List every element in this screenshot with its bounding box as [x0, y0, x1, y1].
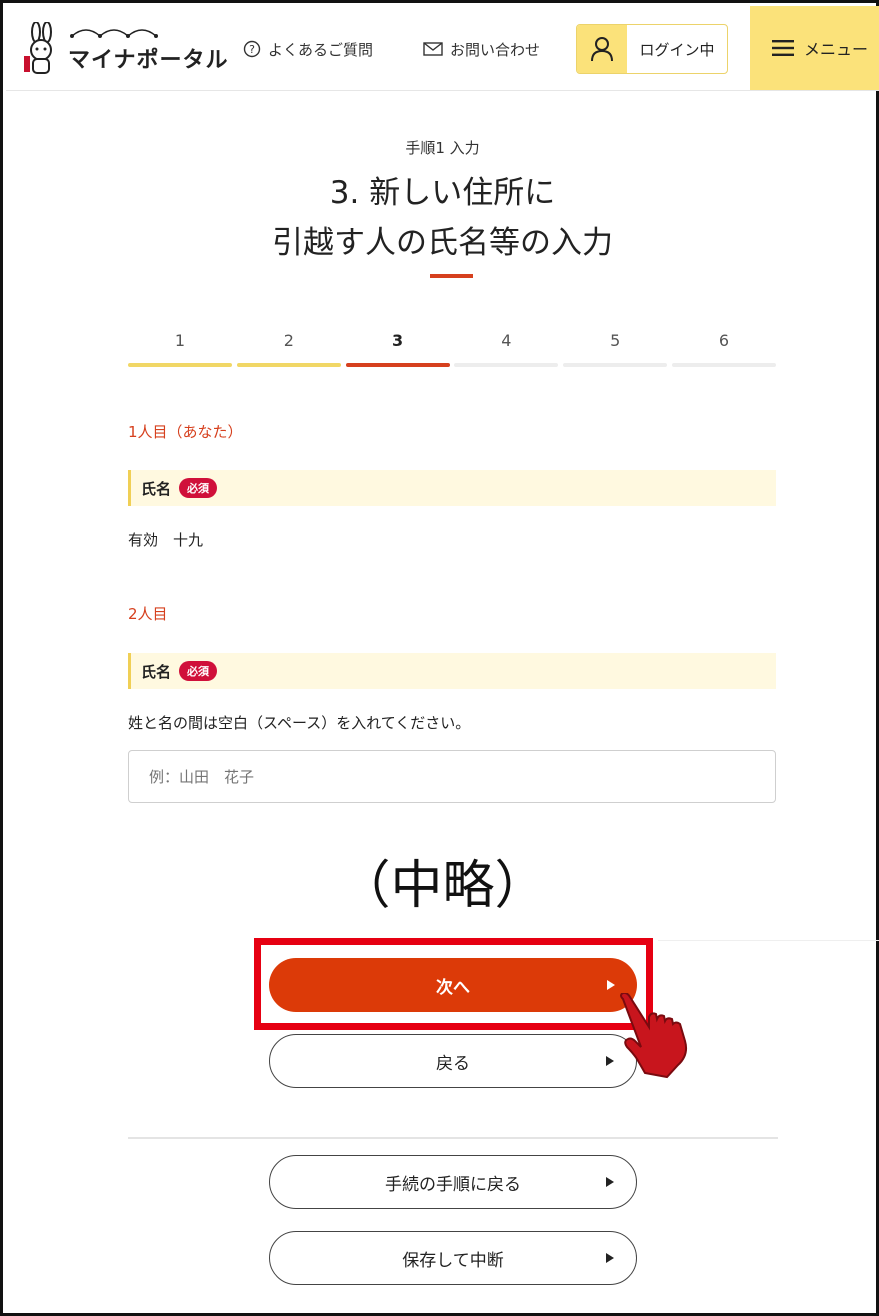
- save-and-suspend-button[interactable]: 保存して中断: [269, 1231, 637, 1285]
- field-label: 氏名: [141, 662, 172, 681]
- step-bar: [671, 363, 776, 367]
- contact-label: お問い合わせ: [450, 40, 541, 59]
- pointing-hand-icon: [620, 993, 688, 1079]
- title-underline: [430, 274, 473, 278]
- screenshot-frame: マイナポータル ? よくあるご質問 お問い合わせ ログイン中 メニュー 手順1 …: [0, 0, 879, 1316]
- play-arrow-icon: [606, 1177, 614, 1187]
- mascot-rabbit-icon: [24, 21, 52, 74]
- logo-dots-decoration: [70, 29, 158, 38]
- faint-divider: [658, 940, 879, 941]
- person2-name-hint: 姓と名の間は空白（スペース）を入れてください。: [128, 714, 471, 732]
- step-number: 4: [501, 331, 512, 350]
- step-number: 5: [610, 331, 621, 350]
- step-bar: [236, 363, 341, 367]
- back-button[interactable]: 戻る: [269, 1034, 637, 1088]
- login-label: ログイン中: [639, 40, 715, 59]
- step-bar: [345, 363, 450, 367]
- login-status-button[interactable]: ログイン中: [576, 24, 728, 74]
- logo-text: マイナポータル: [68, 48, 229, 73]
- svg-text:?: ?: [249, 43, 255, 56]
- step-bar: [563, 363, 668, 367]
- step-2: 2: [236, 331, 341, 371]
- person1-name-field-header: 氏名 必須: [128, 470, 776, 506]
- step-number: 6: [718, 331, 730, 350]
- back-to-steps-button[interactable]: 手続の手順に戻る: [269, 1155, 637, 1209]
- hamburger-icon: [772, 40, 794, 56]
- step-caption: 手順1 入力: [405, 139, 480, 157]
- question-circle-icon: ?: [243, 40, 261, 58]
- step-bar: [128, 363, 232, 367]
- back-button-label: 戻る: [436, 1053, 470, 1074]
- step-3: 3: [345, 331, 450, 371]
- person2-heading: 2人目: [128, 605, 168, 623]
- field-label: 氏名: [141, 479, 172, 498]
- save-and-suspend-label: 保存して中断: [402, 1250, 504, 1271]
- page-title-line2: 引越す人の氏名等の入力: [272, 225, 613, 261]
- required-badge: 必須: [179, 478, 218, 498]
- play-arrow-icon: [606, 1056, 614, 1066]
- step-5: 5: [563, 331, 668, 371]
- step-4: 4: [454, 331, 559, 371]
- back-to-steps-label: 手続の手順に戻る: [385, 1174, 521, 1195]
- menu-label: メニュー: [804, 40, 869, 59]
- faq-link[interactable]: ? よくあるご質問: [243, 36, 373, 62]
- play-arrow-icon: [606, 1253, 614, 1263]
- site-header: マイナポータル ? よくあるご質問 お問い合わせ ログイン中 メニュー: [6, 6, 879, 91]
- person2-name-field-header: 氏名 必須: [128, 653, 776, 689]
- faq-label: よくあるご質問: [268, 40, 374, 59]
- page-title-line1: 3. 新しい住所に: [329, 175, 556, 211]
- person1-name-value: 有効 十九: [128, 531, 204, 549]
- contact-link[interactable]: お問い合わせ: [423, 36, 540, 62]
- step-bar: [454, 363, 559, 367]
- section-divider: [128, 1137, 778, 1139]
- step-number: 3: [392, 331, 404, 350]
- omitted-annotation: （中略）: [338, 856, 547, 916]
- required-badge: 必須: [179, 661, 218, 681]
- step-6: 6: [671, 331, 776, 371]
- person1-heading: 1人目（あなた）: [128, 423, 243, 441]
- mail-icon: [423, 42, 443, 56]
- menu-button[interactable]: メニュー: [750, 6, 879, 90]
- highlight-box: [254, 938, 653, 1030]
- step-number: 2: [283, 331, 294, 350]
- site-logo[interactable]: マイナポータル: [22, 21, 228, 78]
- user-icon: [577, 25, 627, 73]
- step-progress: 1 2 3 4 5 6: [128, 331, 776, 371]
- person2-name-input[interactable]: [128, 750, 776, 803]
- step-number: 1: [174, 331, 186, 350]
- step-1: 1: [128, 331, 232, 371]
